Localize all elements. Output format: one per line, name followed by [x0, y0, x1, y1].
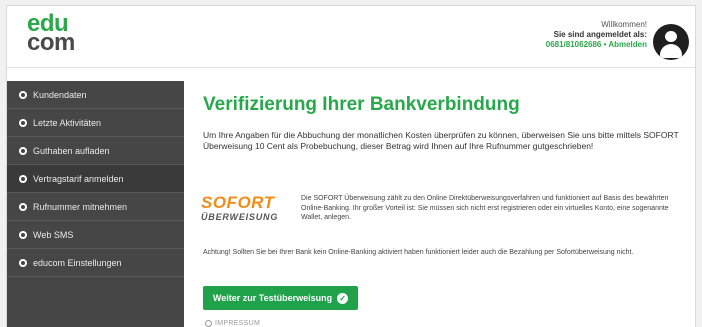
header: edu com Willkommen! Sie sind angemeldet …	[7, 6, 695, 68]
app-frame: edu com Willkommen! Sie sind angemeldet …	[6, 5, 696, 327]
sidebar-item-letzte-aktivitaeten[interactable]: Letzte Aktivitäten	[7, 109, 184, 137]
logged-in-label: Sie sind angemeldet als:	[553, 30, 647, 39]
cta-label: Weiter zur Testüberweisung	[212, 293, 333, 303]
sidebar-item-vertragstarif[interactable]: Vertragstarif anmelden	[7, 165, 184, 193]
sofort-description: Die SOFORT Überweisung zählt zu den Onli…	[301, 195, 669, 221]
account-line: 0681/81062686 • Abmelden	[546, 40, 647, 50]
sidebar-item-label: Rufnummer mitnehmen	[33, 201, 128, 212]
bullet-icon	[19, 258, 27, 267]
sidebar-item-label: Kundendaten	[33, 89, 87, 100]
sidebar-item-label: Web SMS	[33, 229, 74, 240]
sidebar-item-label: educom Einstellungen	[33, 257, 122, 268]
sidebar-item-kundendaten[interactable]: Kundendaten	[7, 81, 184, 109]
account-number: 0681/81062686	[545, 40, 602, 49]
sidebar-item-einstellungen[interactable]: educom Einstellungen	[7, 249, 184, 277]
check-icon: ✓	[337, 292, 349, 304]
bullet-icon	[19, 230, 27, 239]
imprint-icon	[205, 320, 212, 327]
avatar-body	[660, 44, 682, 58]
imprint-link[interactable]: IMPRESSUM	[205, 320, 260, 327]
intro-text: Um Ihre Angaben für die Abbuchung der mo…	[203, 130, 679, 151]
sidebar-item-label: Vertragstarif anmelden	[33, 173, 124, 184]
page-title: Verifizierung Ihrer Bankverbindung	[203, 94, 520, 115]
logo-line-2: com	[27, 29, 75, 56]
imprint-label: IMPRESSUM	[215, 320, 261, 327]
welcome-text: Willkommen!	[601, 20, 647, 29]
bullet-icon	[19, 174, 27, 183]
user-info: Willkommen! Sie sind angemeldet als: 068…	[546, 20, 647, 50]
avatar-head	[665, 31, 677, 42]
sidebar: Kundendaten Letzte Aktivitäten Guthaben …	[7, 81, 184, 327]
sofort-logo: SOFORT ÜBERWEISUNG	[201, 194, 301, 224]
bullet-icon	[19, 90, 27, 99]
warning-text: Achtung! Sollten Sie bei Ihrer Bank kein…	[203, 249, 634, 256]
bullet-icon	[19, 202, 27, 211]
sidebar-item-rufnummer-mitnehmen[interactable]: Rufnummer mitnehmen	[7, 193, 184, 221]
sofort-logo-top: SOFORT	[201, 193, 275, 212]
continue-test-transfer-button[interactable]: Weiter zur Testüberweisung ✓	[203, 286, 358, 310]
logout-link[interactable]: Abmelden	[608, 40, 647, 49]
bullet-icon	[19, 118, 27, 127]
sidebar-item-guthaben-aufladen[interactable]: Guthaben aufladen	[7, 137, 184, 165]
sidebar-item-label: Guthaben aufladen	[33, 145, 110, 156]
sidebar-item-web-sms[interactable]: Web SMS	[7, 221, 184, 249]
bullet-icon	[19, 146, 27, 155]
educom-logo[interactable]: edu com	[27, 12, 75, 56]
sidebar-item-label: Letzte Aktivitäten	[33, 117, 102, 128]
main-content: Verifizierung Ihrer Bankverbindung Um Ih…	[184, 68, 695, 327]
user-avatar-icon[interactable]	[653, 24, 689, 60]
sofort-logo-bottom: ÜBERWEISUNG	[201, 212, 279, 222]
